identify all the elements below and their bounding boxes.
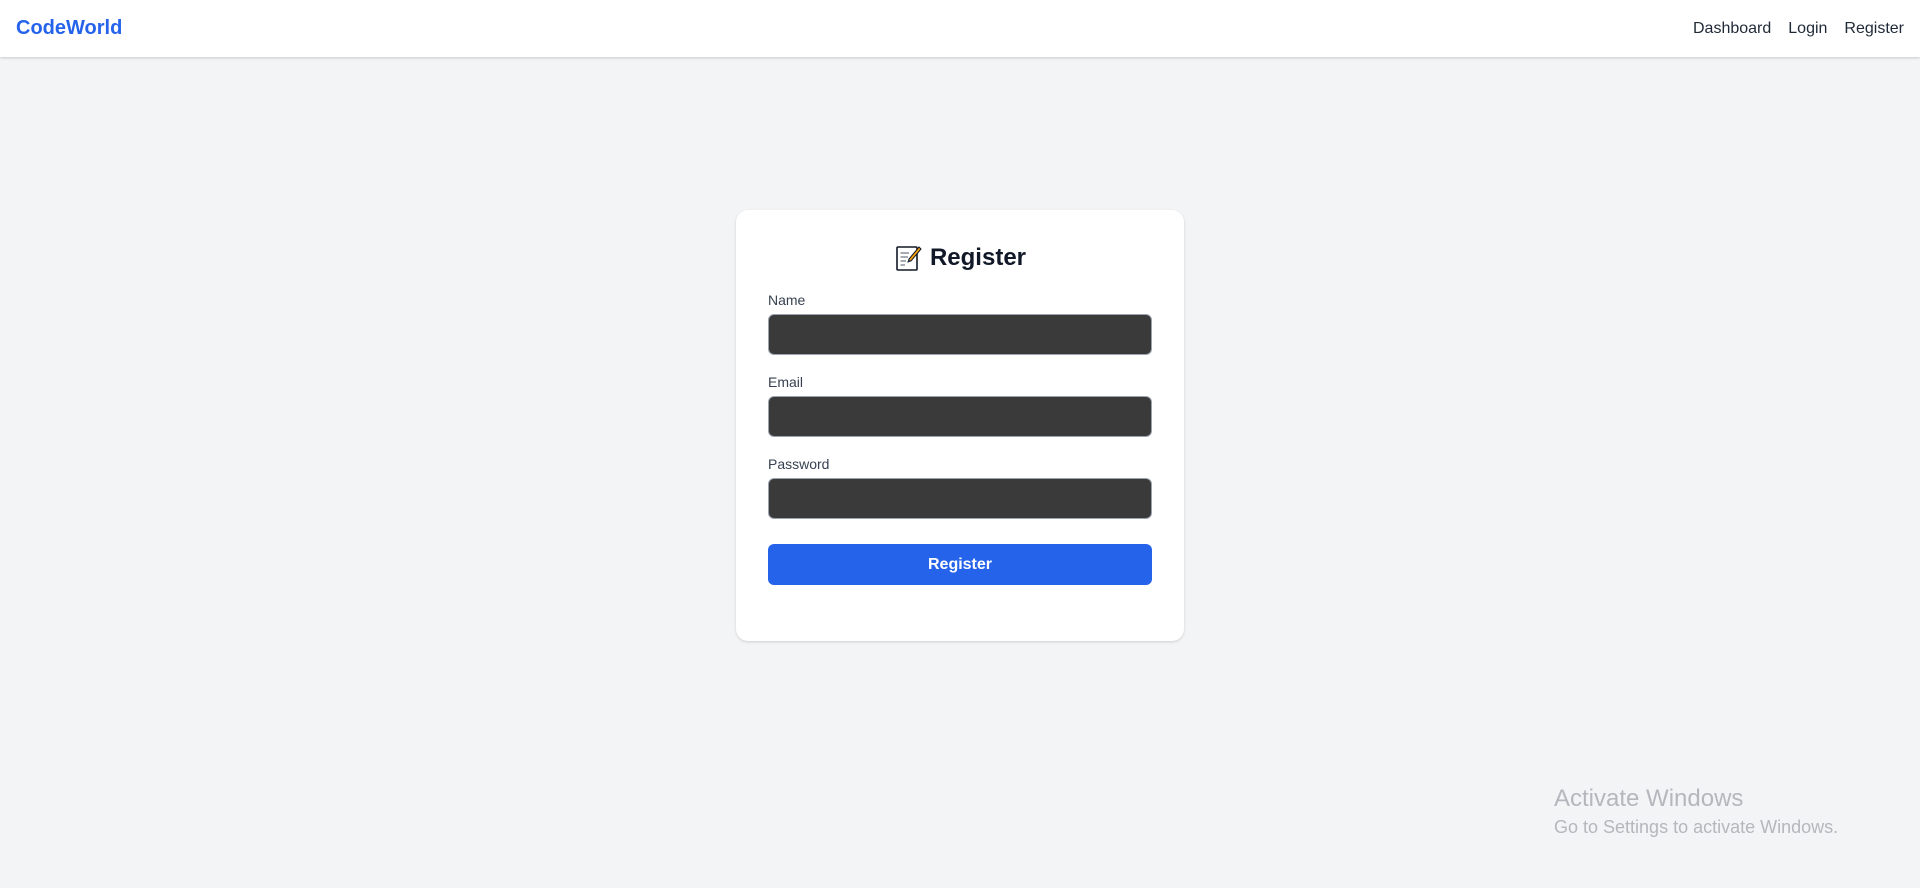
name-input[interactable] — [768, 314, 1152, 355]
name-label: Name — [768, 292, 806, 308]
email-input[interactable] — [768, 396, 1152, 437]
navbar: CodeWorld Dashboard Login Register — [0, 0, 1920, 57]
password-input[interactable] — [768, 478, 1152, 519]
windows-activation-watermark: Activate Windows Go to Settings to activ… — [1554, 784, 1838, 839]
nav-links: Dashboard Login Register — [1693, 20, 1904, 38]
email-label: Email — [768, 374, 804, 390]
password-field-group: Password — [768, 456, 1152, 519]
activate-windows-title: Activate Windows — [1554, 785, 1744, 812]
memo-icon — [894, 244, 922, 272]
nav-link-login[interactable]: Login — [1788, 20, 1827, 38]
brand-logo-link[interactable]: CodeWorld — [16, 17, 122, 40]
register-submit-button[interactable]: Register — [768, 544, 1152, 585]
password-label: Password — [768, 456, 830, 472]
nav-link-dashboard[interactable]: Dashboard — [1693, 20, 1771, 38]
nav-link-register[interactable]: Register — [1844, 20, 1904, 38]
register-card: Register Name Email Password Register — [736, 210, 1184, 641]
name-field-group: Name — [768, 292, 1152, 355]
page-title: Register — [929, 244, 1027, 271]
register-form: Name Email Password Register — [768, 292, 1152, 585]
activate-windows-subtitle: Go to Settings to activate Windows. — [1554, 817, 1839, 837]
email-field-group: Email — [768, 374, 1152, 437]
register-heading: Register — [768, 240, 1152, 276]
